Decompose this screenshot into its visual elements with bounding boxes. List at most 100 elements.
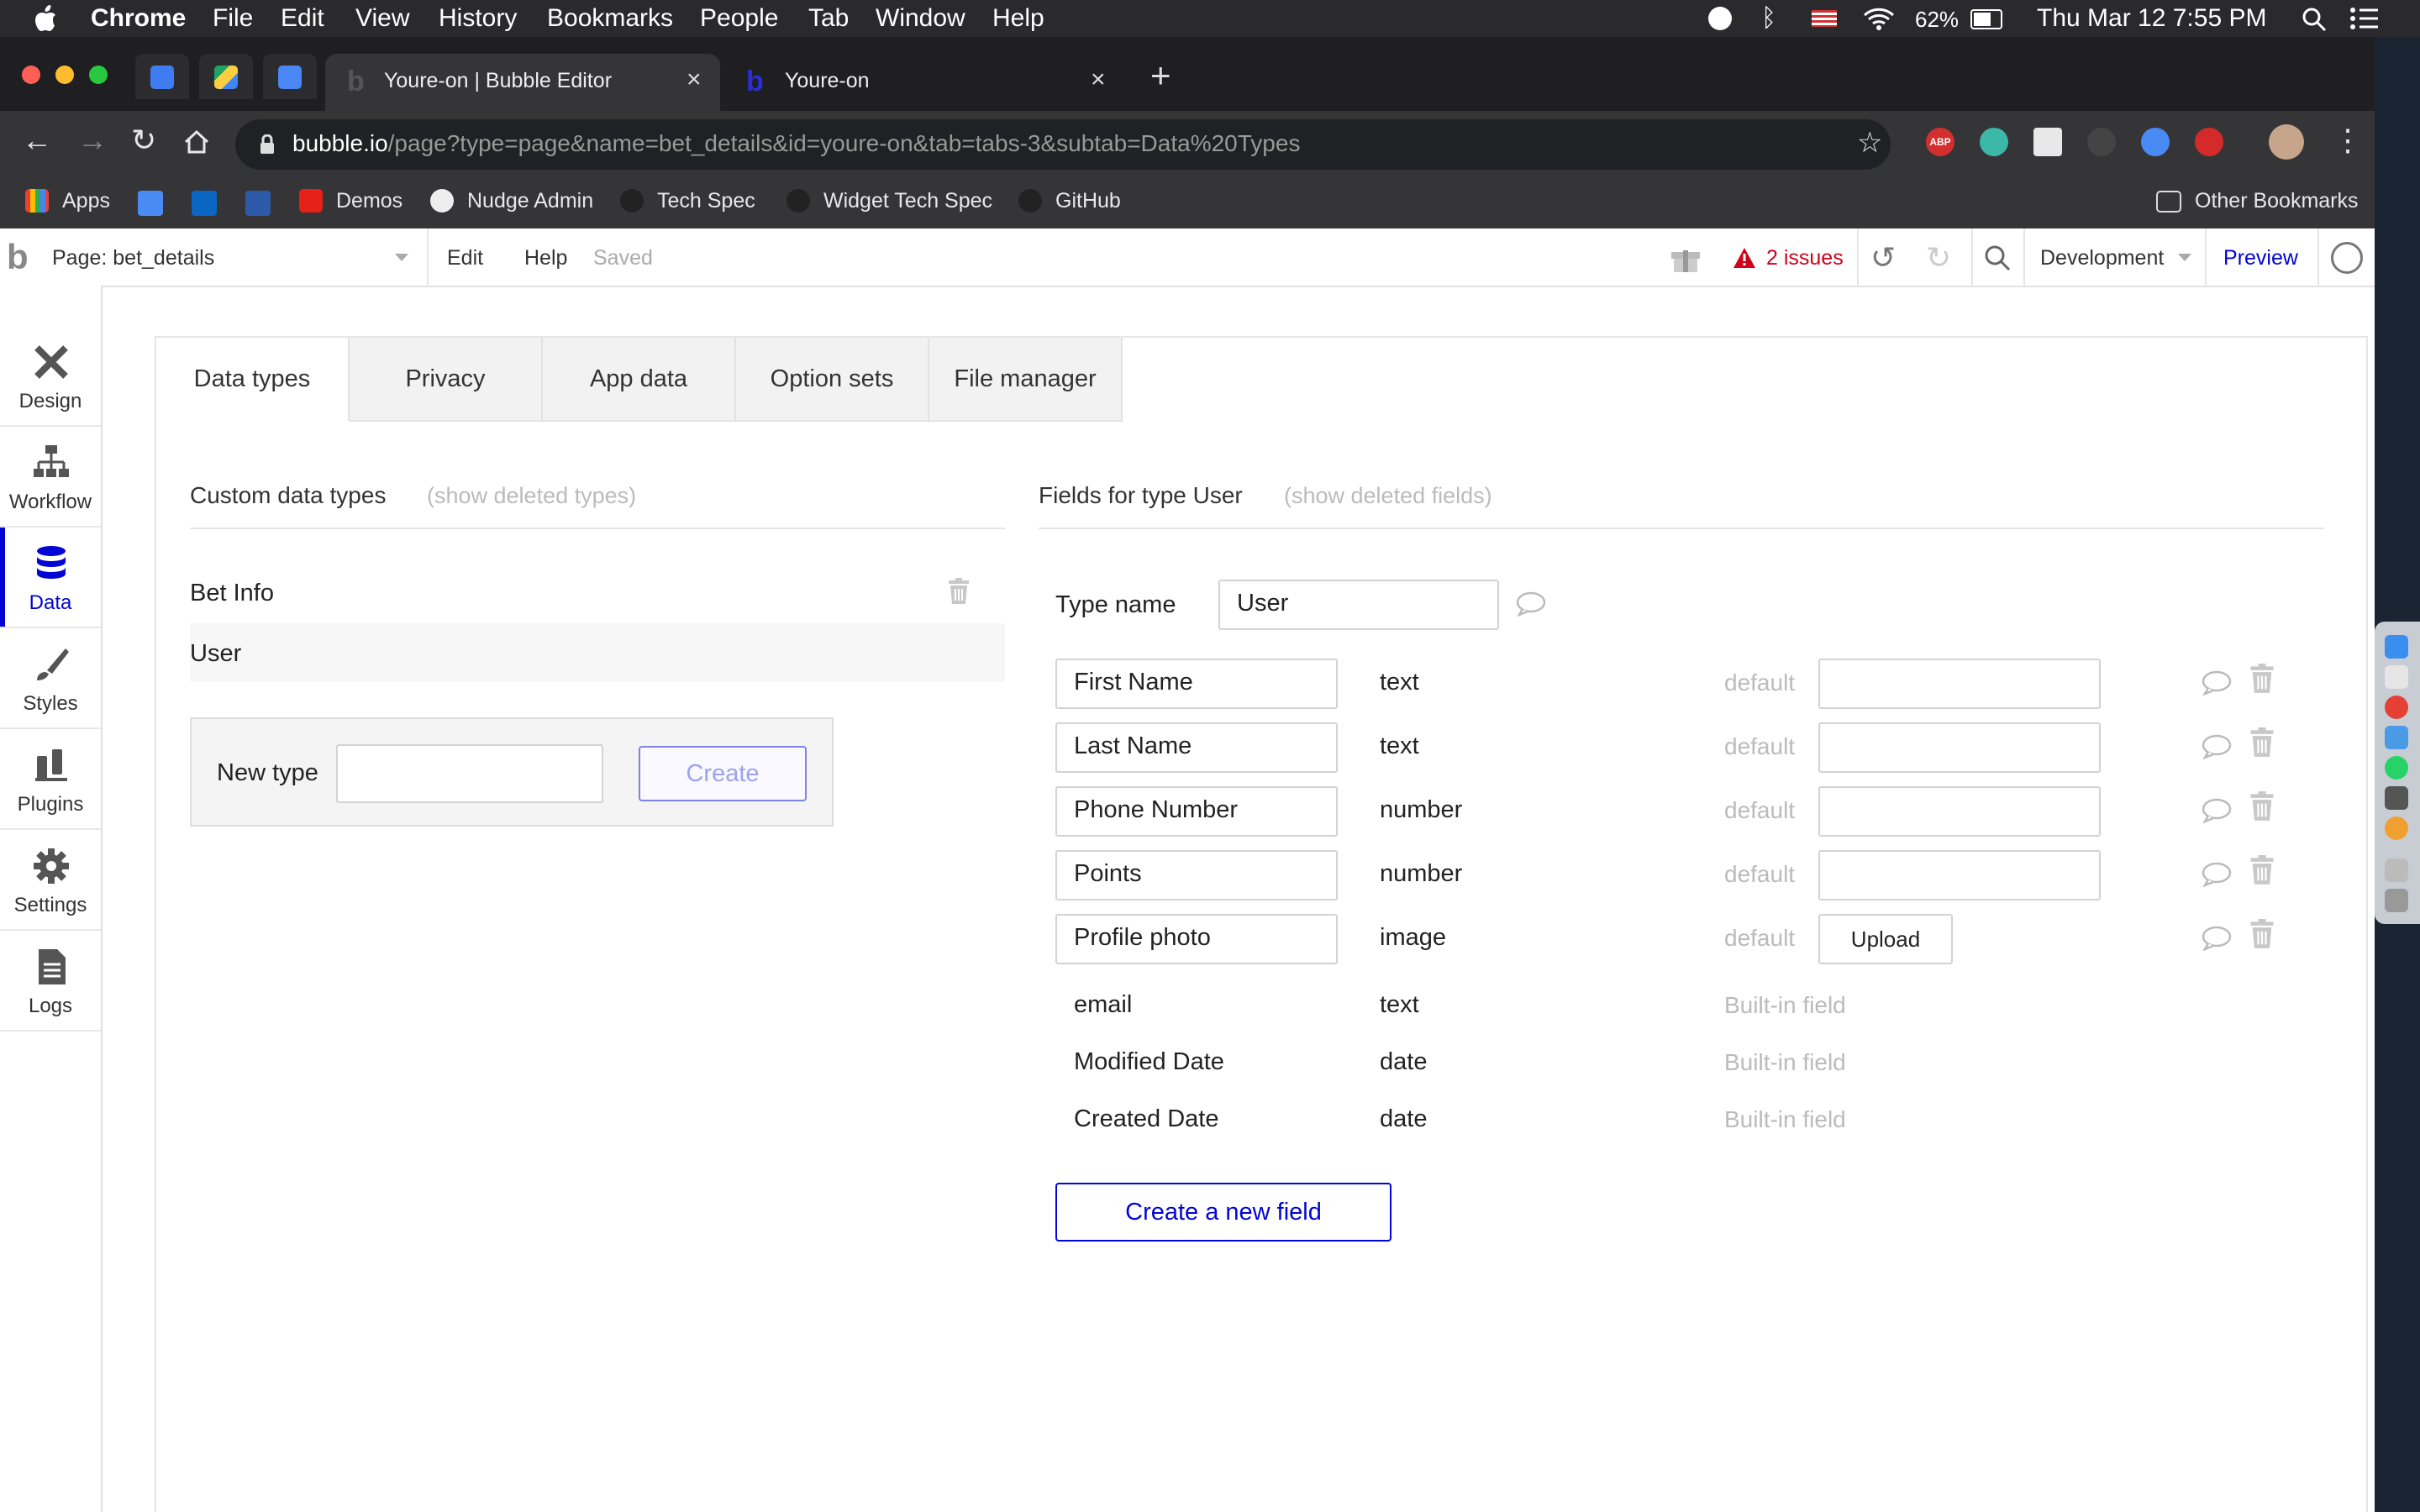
- field-name-input[interactable]: Last Name: [1055, 722, 1338, 773]
- bookmark-dz-icon[interactable]: [138, 191, 163, 216]
- page-selector[interactable]: Page: bet_details: [52, 246, 214, 270]
- bookmark-app-icon[interactable]: [245, 191, 271, 216]
- menu-tab[interactable]: Tab: [808, 4, 849, 33]
- trash-icon[interactable]: [2249, 791, 2275, 822]
- chevron-down-icon[interactable]: [2178, 254, 2191, 268]
- close-tab-icon[interactable]: ×: [1091, 66, 1106, 94]
- comment-icon[interactable]: [2202, 926, 2232, 951]
- type-list-item[interactable]: Bet Info: [190, 563, 1005, 622]
- default-value-input[interactable]: [1818, 850, 2101, 900]
- home-icon[interactable]: [183, 129, 210, 155]
- photos-icon[interactable]: [2385, 816, 2408, 840]
- environment-selector[interactable]: Development: [2040, 246, 2164, 270]
- tab-bubble-editor[interactable]: b Youre-on | Bubble Editor ×: [325, 54, 720, 111]
- bookmark-nudge-admin[interactable]: Nudge Admin: [430, 189, 593, 213]
- new-tab-icon[interactable]: +: [1150, 55, 1171, 96]
- menu-file[interactable]: File: [213, 4, 253, 33]
- gift-icon[interactable]: [1669, 242, 1702, 274]
- chrome-icon[interactable]: [2385, 696, 2408, 719]
- field-name-input[interactable]: Phone Number: [1055, 786, 1338, 837]
- field-name-input[interactable]: First Name: [1055, 659, 1338, 709]
- menu-window[interactable]: Window: [876, 4, 965, 33]
- field-type[interactable]: text: [1380, 732, 1419, 760]
- comment-icon[interactable]: [2202, 734, 2232, 759]
- close-tab-icon[interactable]: ×: [687, 66, 702, 94]
- bookmark-tech-spec[interactable]: Tech Spec: [620, 189, 755, 213]
- default-value-input[interactable]: [1818, 722, 2101, 773]
- wifi-icon[interactable]: [1863, 7, 1895, 30]
- app-icon[interactable]: [2385, 786, 2408, 810]
- zoom-window-button[interactable]: [89, 66, 108, 84]
- pinned-tab-docs[interactable]: [263, 54, 317, 99]
- chevron-down-icon[interactable]: [395, 254, 408, 268]
- issues-indicator[interactable]: 2 issues: [1766, 246, 1844, 270]
- minimize-window-button[interactable]: [55, 66, 74, 84]
- other-bookmarks[interactable]: Other Bookmarks: [2156, 189, 2359, 213]
- sidebar-item-design[interactable]: Design: [0, 326, 101, 427]
- sidebar-item-plugins[interactable]: Plugins: [0, 729, 101, 830]
- sidebar-item-logs[interactable]: Logs: [0, 931, 101, 1032]
- pinned-tab-calendar[interactable]: [135, 54, 189, 99]
- sidebar-item-styles[interactable]: Styles: [0, 628, 101, 729]
- sidebar-item-settings[interactable]: Settings: [0, 830, 101, 931]
- status-icon[interactable]: [1708, 7, 1732, 30]
- bookmark-demos[interactable]: Demos: [299, 189, 402, 213]
- trash-icon[interactable]: [2249, 664, 2275, 694]
- create-new-field-button[interactable]: Create a new field: [1055, 1183, 1392, 1242]
- menu-history[interactable]: History: [439, 4, 517, 33]
- new-type-input[interactable]: [336, 744, 603, 803]
- close-window-button[interactable]: [22, 66, 40, 84]
- menu-people[interactable]: People: [700, 4, 778, 33]
- back-icon[interactable]: ←: [22, 123, 52, 158]
- field-type[interactable]: number: [1380, 796, 1462, 824]
- trash-icon[interactable]: [2249, 919, 2275, 949]
- finder-icon[interactable]: [2385, 635, 2408, 659]
- extension-icon[interactable]: [1980, 128, 2008, 156]
- undo-icon[interactable]: ↺: [1870, 240, 1896, 276]
- input-source-flag-icon[interactable]: [1812, 10, 1837, 27]
- help-menu[interactable]: Help: [524, 246, 567, 270]
- field-name-input[interactable]: Profile photo: [1055, 914, 1338, 964]
- extension-icon[interactable]: [2087, 128, 2116, 156]
- edit-menu[interactable]: Edit: [447, 246, 483, 270]
- comment-icon[interactable]: [2202, 862, 2232, 887]
- bookmark-github[interactable]: GitHub: [1018, 189, 1121, 213]
- pinned-tab-drive[interactable]: [199, 54, 253, 99]
- extension-icon[interactable]: [2141, 128, 2170, 156]
- menu-edit[interactable]: Edit: [281, 4, 324, 33]
- trash-icon[interactable]: [2249, 855, 2275, 885]
- type-list-item-selected[interactable]: User: [190, 623, 1005, 682]
- adblock-extension-icon[interactable]: ABP: [1926, 128, 1954, 156]
- field-name-input[interactable]: Points: [1055, 850, 1338, 900]
- menu-app-name[interactable]: Chrome: [91, 4, 186, 33]
- forward-icon[interactable]: →: [77, 123, 108, 158]
- menu-bookmarks[interactable]: Bookmarks: [547, 4, 673, 33]
- show-deleted-types-link[interactable]: (show deleted types): [427, 483, 636, 509]
- battery-icon[interactable]: [1970, 9, 2002, 29]
- address-bar[interactable]: bubble.io/page?type=page&name=bet_detail…: [235, 119, 1891, 170]
- profile-avatar[interactable]: [2269, 124, 2304, 160]
- tab-data-types[interactable]: Data types: [156, 338, 350, 422]
- menu-clock[interactable]: Thu Mar 12 7:55 PM: [2037, 4, 2266, 33]
- redo-icon[interactable]: ↻: [1926, 240, 1951, 276]
- trash-icon[interactable]: [2385, 889, 2408, 912]
- menu-help[interactable]: Help: [992, 4, 1044, 33]
- field-type[interactable]: text: [1380, 669, 1419, 696]
- spotlight-search-icon[interactable]: [2302, 7, 2327, 32]
- bookmark-widget-tech-spec[interactable]: Widget Tech Spec: [786, 189, 992, 213]
- field-type[interactable]: number: [1380, 860, 1462, 888]
- sidebar-item-workflow[interactable]: Workflow: [0, 427, 101, 528]
- extension-icon[interactable]: [2033, 128, 2062, 156]
- extension-icon[interactable]: [2195, 128, 2223, 156]
- account-icon[interactable]: [2331, 242, 2363, 274]
- comment-icon[interactable]: [2202, 670, 2232, 696]
- app-icon[interactable]: [2385, 665, 2408, 689]
- menu-view[interactable]: View: [355, 4, 409, 33]
- tab-youre-on[interactable]: b Youre-on ×: [724, 54, 1128, 111]
- field-type[interactable]: image: [1380, 924, 1446, 952]
- app-icon[interactable]: [2385, 726, 2408, 749]
- show-deleted-fields-link[interactable]: (show deleted fields): [1284, 483, 1492, 509]
- bubble-logo-icon[interactable]: b: [7, 237, 29, 277]
- apple-icon[interactable]: [34, 5, 57, 32]
- chrome-menu-icon[interactable]: ⋮: [2333, 123, 2363, 158]
